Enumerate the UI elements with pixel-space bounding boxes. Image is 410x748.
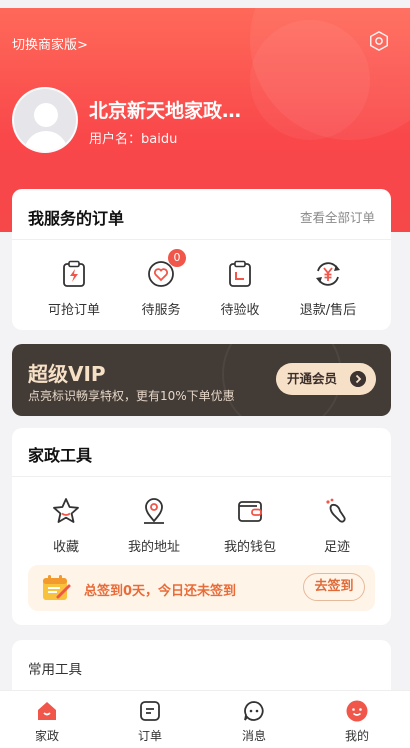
tool-my-address-label: 我的地址	[127, 540, 180, 555]
header-decoration	[250, 20, 370, 140]
tool-favorites[interactable]: 收藏	[26, 496, 106, 555]
wallet-icon	[238, 501, 262, 522]
tab-home[interactable]: 家政	[17, 699, 77, 744]
profile-icon	[346, 700, 368, 722]
tool-footprint-label: 足迹	[323, 540, 350, 555]
status-strip	[0, 0, 410, 8]
vip-banner[interactable]: 超级VIP 点亮标识畅享特权，更有10%下单优惠 开通会员	[12, 344, 391, 416]
avatar-head-shape	[34, 103, 58, 127]
order-grabbable-label: 可抢订单	[47, 303, 100, 318]
common-tools-title: 常用工具	[28, 662, 82, 678]
checkin-banner: 总签到0天，今日还未签到 去签到	[28, 565, 375, 611]
calendar-checkin-icon	[43, 575, 71, 600]
tool-my-address[interactable]: 我的地址	[114, 496, 194, 555]
lightning-clipboard-icon	[63, 260, 85, 287]
order-refund[interactable]: 退款/售后	[288, 259, 368, 318]
arrow-right-icon	[350, 371, 366, 387]
orders-card: 我服务的订单 查看全部订单 可抢订单 0 待服务 待验收 退款/售后	[12, 189, 391, 330]
notification-badge: 0	[168, 249, 186, 267]
open-membership-button[interactable]: 开通会员	[276, 363, 376, 395]
order-icon	[140, 701, 160, 721]
vip-subtitle: 点亮标识畅享特权，更有10%下单优惠	[28, 389, 235, 403]
order-to-serve-label: 待服务	[141, 303, 181, 318]
checklist-icon	[229, 260, 251, 287]
divider	[12, 239, 391, 240]
order-refund-label: 退款/售后	[299, 303, 357, 318]
star-icon	[53, 498, 79, 523]
tool-my-wallet[interactable]: 我的钱包	[210, 496, 290, 555]
order-to-accept-label: 待验收	[220, 303, 260, 318]
tools-title: 家政工具	[28, 446, 93, 465]
checkin-button[interactable]: 去签到	[303, 573, 365, 601]
tab-messages[interactable]: 消息	[224, 699, 284, 744]
order-to-serve[interactable]: 0 待服务	[121, 249, 201, 318]
switch-merchant-link[interactable]: 切换商家版>	[12, 34, 88, 53]
order-to-accept[interactable]: 待验收	[200, 259, 280, 318]
vip-title: 超级VIP	[28, 362, 106, 386]
refund-yen-icon	[316, 262, 340, 286]
message-icon	[244, 701, 264, 721]
order-grabbable[interactable]: 可抢订单	[34, 259, 114, 318]
tab-mine[interactable]: 我的	[327, 699, 387, 744]
tool-favorites-label: 收藏	[52, 540, 79, 555]
tab-orders[interactable]: 订单	[120, 699, 180, 744]
settings-icon[interactable]	[368, 30, 390, 52]
order-to-serve-icon-wrap: 0	[146, 249, 186, 289]
view-all-orders-link[interactable]: 查看全部订单	[300, 207, 375, 226]
shop-name[interactable]: 北京新天地家政…	[89, 96, 259, 123]
home-icon	[38, 702, 56, 720]
username: 用户名：baidu	[89, 132, 178, 147]
tool-my-wallet-label: 我的钱包	[223, 540, 276, 555]
tab-messages-label: 消息	[241, 729, 266, 743]
avatar-body-shape	[24, 131, 68, 151]
bottom-tab-bar: 家政 订单 消息 我的	[0, 690, 410, 748]
tab-home-label: 家政	[34, 729, 59, 743]
tab-mine-label: 我的	[344, 729, 369, 743]
location-pin-icon	[144, 498, 164, 524]
tab-orders-label: 订单	[137, 729, 162, 743]
checkin-status-text: 总签到0天，今日还未签到	[84, 584, 237, 599]
tool-footprint[interactable]: 足迹	[297, 496, 377, 555]
avatar[interactable]	[12, 87, 78, 153]
divider	[12, 476, 391, 477]
tools-card: 家政工具 收藏 我的地址 我的钱包 足迹 总签到0天，今日还未签到 去签到	[12, 428, 391, 625]
orders-title: 我服务的订单	[28, 209, 125, 228]
footprint-icon	[326, 498, 346, 523]
open-membership-label: 开通会员	[287, 371, 338, 386]
